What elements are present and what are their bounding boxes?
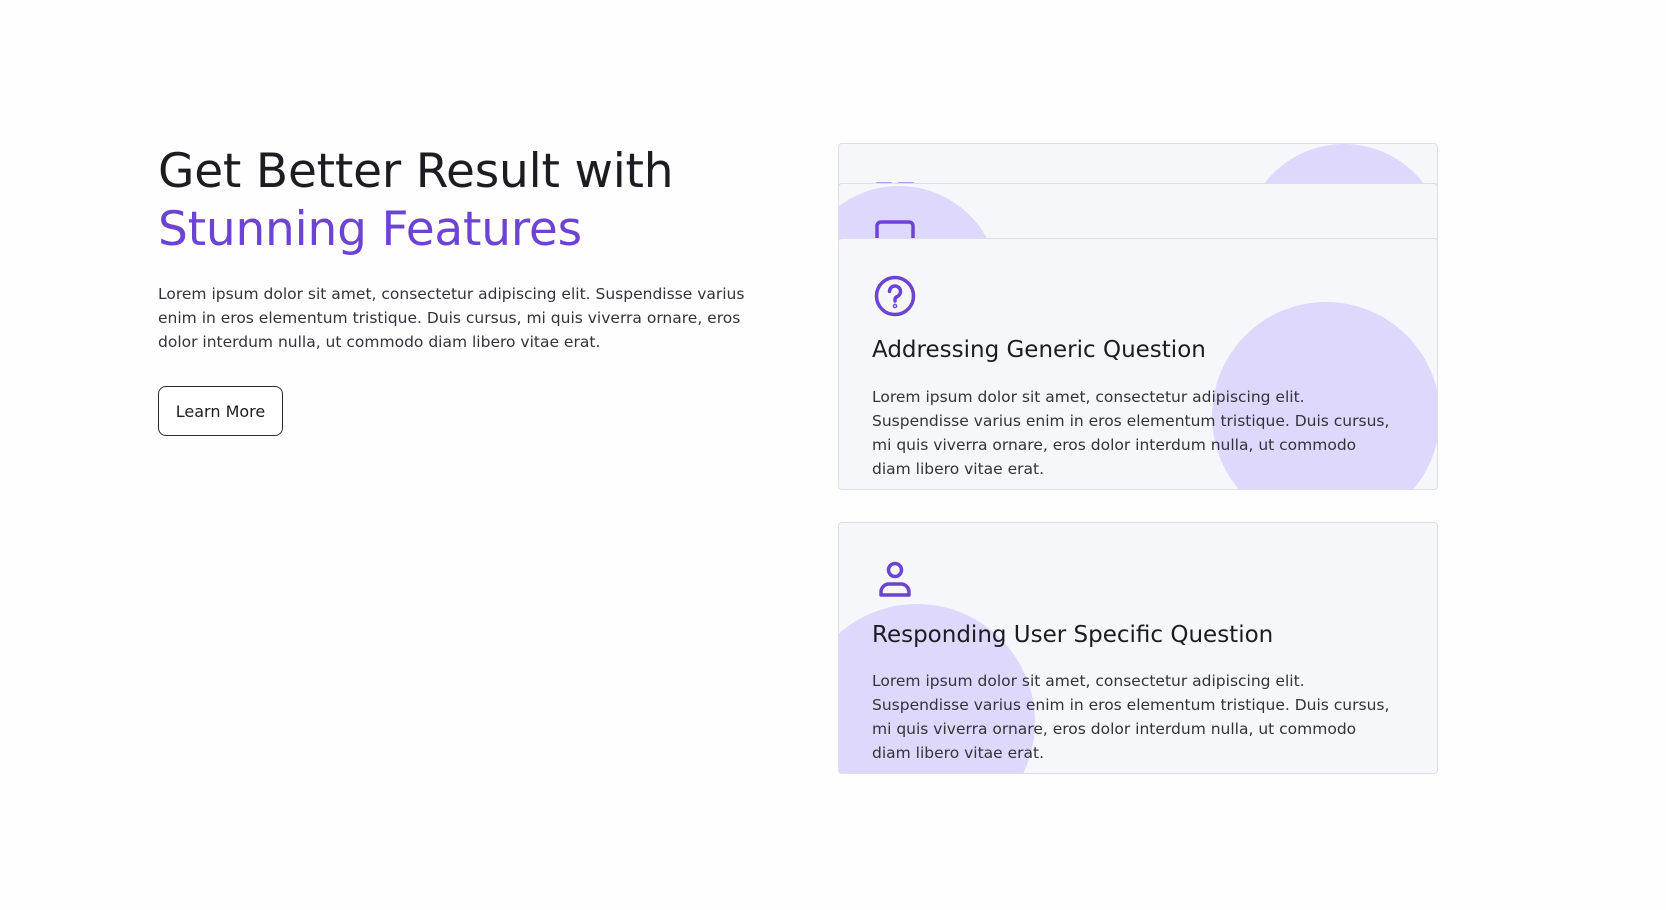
- card-description: Lorem ipsum dolor sit amet, consectetur …: [872, 388, 1390, 478]
- feature-card: Responding User Specific Question Lorem …: [838, 522, 1438, 774]
- card-description: Lorem ipsum dolor sit amet, consectetur …: [872, 672, 1390, 762]
- user-icon: [873, 559, 917, 603]
- feature-card-stacked: [838, 183, 1438, 243]
- decorative-circle: [839, 186, 999, 242]
- learn-more-button[interactable]: Learn More: [158, 386, 283, 436]
- card-title: Addressing Generic Question: [872, 337, 1206, 363]
- features-section: Get Better Result with Stunning Features…: [0, 0, 1666, 910]
- section-description: Lorem ipsum dolor sit amet, consectetur …: [158, 285, 745, 351]
- feature-card: Addressing Generic Question Lorem ipsum …: [838, 238, 1438, 490]
- question-circle-icon: [873, 274, 917, 318]
- card-title: Responding User Specific Question: [872, 622, 1274, 648]
- section-heading: Get Better Result with Stunning Features: [158, 143, 674, 259]
- heading-accent-line: Stunning Features: [158, 202, 582, 257]
- heading-line: Get Better Result with: [158, 144, 674, 199]
